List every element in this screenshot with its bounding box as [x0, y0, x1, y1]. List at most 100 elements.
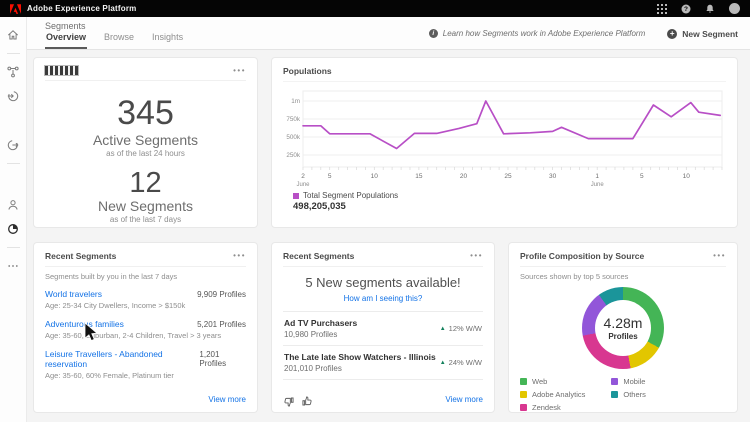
- segment-list-item: Leisure Travellers - Abandoned reservati…: [45, 349, 246, 380]
- weekly-change: ▲24% W/W: [440, 358, 482, 367]
- segment-list: World travelers9,909 ProfilesAge: 25-34 …: [45, 289, 246, 380]
- sidebar-item-segments[interactable]: [4, 220, 22, 238]
- active-segments-card: xxxxxx ••• 345 Active Segments as of the…: [33, 57, 258, 228]
- new-segment-list: Ad TV Purchasers10,980 Profiles▲12% W/WT…: [283, 311, 483, 380]
- svg-text:10: 10: [371, 173, 379, 180]
- svg-text:1: 1: [595, 173, 599, 180]
- svg-text:June: June: [591, 182, 605, 188]
- legend-swatch: [520, 404, 527, 411]
- notifications-bell-icon[interactable]: [705, 4, 715, 14]
- new-segments-available-card: Recent Segments ••• 5 New segments avail…: [271, 242, 495, 413]
- svg-text:2: 2: [301, 173, 305, 180]
- svg-text:20: 20: [460, 173, 468, 180]
- view-more-link[interactable]: View more: [208, 395, 246, 404]
- segment-profile-count: 1,201 Profiles: [199, 350, 246, 368]
- segment-name-link[interactable]: Leisure Travellers - Abandoned reservati…: [45, 349, 199, 369]
- sidebar-item-profiles[interactable]: [4, 196, 22, 214]
- legend-swatch: [520, 378, 527, 385]
- page-header: Segments OverviewBrowseInsights i Learn …: [27, 17, 750, 50]
- populations-line-chart: 250k500k750k1m2June510152025301June510: [283, 87, 726, 189]
- card-title: Profile Composition by Source: [520, 251, 644, 261]
- sidebar-divider: [7, 247, 20, 248]
- sidebar-item-destinations[interactable]: [4, 136, 22, 154]
- adobe-logo-icon: [10, 4, 21, 14]
- info-icon: i: [429, 29, 438, 38]
- card-title-redacted: xxxxxx: [45, 66, 78, 75]
- segment-list-item: World travelers9,909 ProfilesAge: 25-34 …: [45, 289, 246, 310]
- legend-label: Others: [623, 390, 646, 399]
- svg-text:750k: 750k: [286, 116, 301, 123]
- segment-profile-count: 9,909 Profiles: [197, 290, 246, 299]
- legend-item-zendesk: Zendesk: [520, 403, 585, 412]
- donut-legend: WebAdobe AnalyticsZendeskMobileOthers: [520, 377, 726, 412]
- svg-text:25: 25: [504, 173, 512, 180]
- learn-link[interactable]: i Learn how Segments work in Adobe Exper…: [429, 29, 645, 38]
- profile-composition-card: Profile Composition by Source ••• Source…: [508, 242, 738, 413]
- top-app-bar: Adobe Experience Platform ?: [0, 0, 750, 17]
- weekly-change: ▲12% W/W: [440, 324, 482, 333]
- legend-swatch: [611, 391, 618, 398]
- legend-swatch: [293, 193, 299, 199]
- sidebar-item-sources[interactable]: [4, 87, 22, 105]
- segment-name-link[interactable]: Adventurous families: [45, 319, 124, 329]
- profile-composition-donut-chart: 4.28m Profiles: [582, 287, 664, 369]
- svg-text:June: June: [296, 182, 310, 188]
- card-title: Recent Segments: [45, 251, 116, 261]
- donut-center-label: Profiles: [608, 332, 637, 341]
- view-more-link[interactable]: View more: [445, 395, 483, 404]
- svg-text:5: 5: [640, 173, 644, 180]
- sidebar-divider: [7, 53, 20, 54]
- segment-profile-count: 5,201 Profiles: [197, 320, 246, 329]
- svg-text:250k: 250k: [286, 152, 301, 159]
- legend-item-adobe-analytics: Adobe Analytics: [520, 390, 585, 399]
- new-segment-row: Ad TV Purchasers10,980 Profiles▲12% W/W: [283, 311, 483, 345]
- segment-description: Age: 35-60, Suburban, 2-4 Children, Trav…: [45, 331, 246, 340]
- card-title: Recent Segments: [283, 251, 354, 261]
- tab-browse[interactable]: Browse: [103, 28, 135, 49]
- segment-name: The Late late Show Watchers - Illinois: [284, 352, 436, 362]
- sidebar-item-more[interactable]: [4, 257, 22, 275]
- how-am-i-seeing-this-link[interactable]: How am I seeing this?: [283, 294, 483, 303]
- card-menu-button[interactable]: •••: [233, 69, 246, 73]
- main-content: xxxxxx ••• 345 Active Segments as of the…: [27, 50, 750, 422]
- sidebar-item-workflows[interactable]: [4, 63, 22, 81]
- card-subtitle: Segments built by you in the last 7 days: [45, 272, 246, 281]
- sidebar-item-home[interactable]: [4, 26, 22, 44]
- chart-legend: Total Segment Populations 498,205,035: [283, 191, 726, 212]
- legend-swatch: [520, 391, 527, 398]
- svg-text:15: 15: [415, 173, 423, 180]
- svg-text:1m: 1m: [291, 98, 300, 105]
- donut-center-value: 4.28m: [604, 315, 643, 331]
- segment-profile-count: 10,980 Profiles: [284, 330, 357, 339]
- change-value: 12% W/W: [449, 324, 482, 333]
- thumbs-up-icon[interactable]: [302, 394, 313, 405]
- help-icon[interactable]: ?: [681, 4, 691, 14]
- new-segments-stat: 12 New Segments as of the last 7 days: [45, 168, 246, 224]
- segment-description: Age: 35-60, 60% Female, Platinum tier: [45, 371, 246, 380]
- app-title: Adobe Experience Platform: [27, 4, 136, 13]
- user-avatar[interactable]: [729, 3, 740, 14]
- populations-card: Populations 250k500k750k1m2June510152025…: [271, 57, 738, 228]
- headline: 5 New segments available!: [283, 275, 483, 290]
- legend-label: Zendesk: [532, 403, 561, 412]
- new-segment-button[interactable]: + New Segment: [667, 29, 738, 39]
- svg-text:30: 30: [549, 173, 557, 180]
- legend-label: Mobile: [623, 377, 645, 386]
- tab-bar: Overview Browse Insights: [45, 28, 184, 49]
- card-menu-button[interactable]: •••: [713, 254, 726, 258]
- total-population-value: 498,205,035: [293, 201, 726, 212]
- apps-grid-icon[interactable]: [657, 4, 667, 14]
- tab-insights[interactable]: Insights: [151, 28, 184, 49]
- trend-up-icon: ▲: [440, 326, 446, 332]
- svg-text:?: ?: [684, 6, 688, 13]
- new-segment-row: The Late late Show Watchers - Illinois20…: [283, 345, 483, 380]
- segment-name-link[interactable]: World travelers: [45, 289, 102, 299]
- segment-list-item: Adventurous families 5,201 Profiles Age: 3…: [45, 319, 246, 340]
- card-menu-button[interactable]: •••: [470, 254, 483, 258]
- legend-swatch: [611, 378, 618, 385]
- sidebar: [0, 17, 27, 422]
- thumbs-down-icon[interactable]: [283, 394, 294, 405]
- card-title: Populations: [283, 66, 332, 76]
- card-menu-button[interactable]: •••: [233, 254, 246, 258]
- tab-overview[interactable]: Overview: [45, 28, 87, 49]
